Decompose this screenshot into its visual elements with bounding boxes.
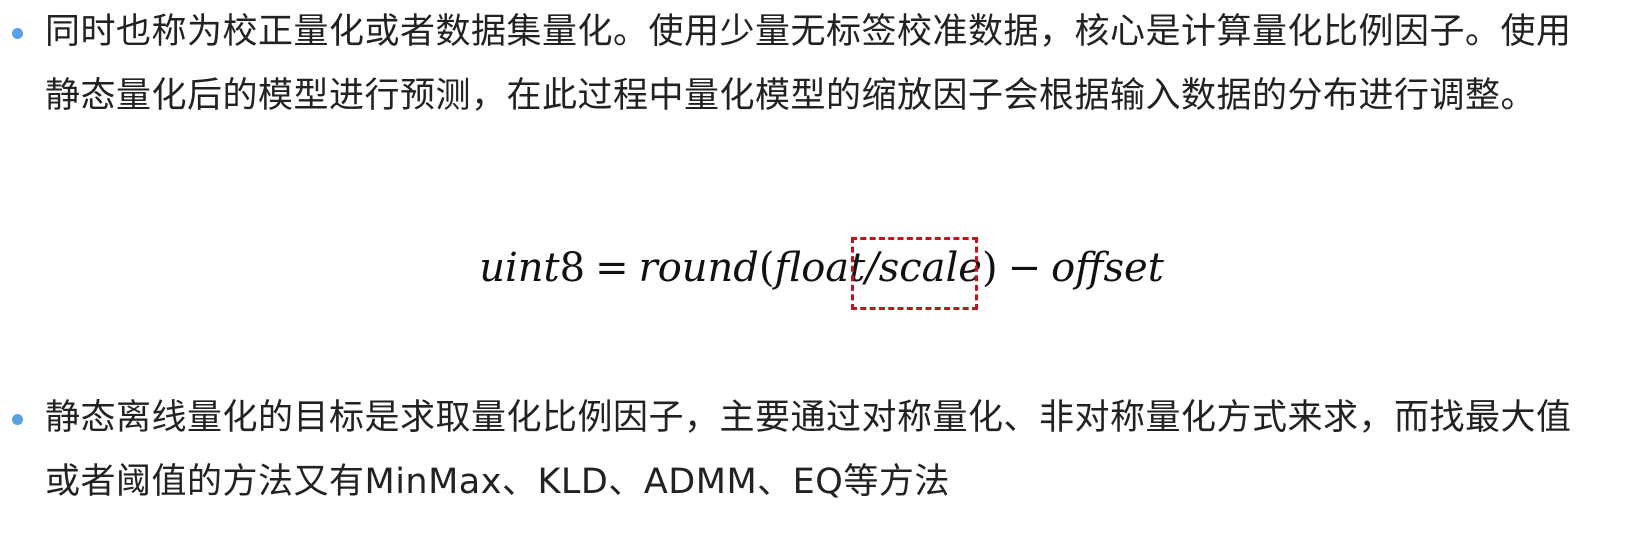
- bullet-dot-icon: [12, 414, 23, 425]
- formula-open-paren: (: [758, 245, 775, 291]
- formula-close-paren: ): [981, 245, 998, 291]
- scale-highlight-box: [851, 237, 978, 310]
- bullet-text-1: 同时也称为校正量化或者数据集量化。使用少量无标签校准数据，核心是计算量化比例因子…: [45, 12, 1572, 116]
- formula-equals: =: [595, 245, 629, 291]
- bullet-dot-icon: [12, 28, 23, 39]
- bullet-text-2: 静态离线量化的目标是求取量化比例因子，主要通过对称量化、非对称量化方式来求，而找…: [45, 398, 1572, 502]
- formula-lhs-var: uint: [479, 245, 560, 291]
- formula-minus: −: [1007, 245, 1042, 291]
- quantization-formula: uint8 = round(float/scale) − offset: [0, 245, 1643, 291]
- formula-func: round: [638, 245, 759, 291]
- formula-lhs-num: 8: [559, 245, 586, 291]
- formula-offset: offset: [1051, 245, 1164, 291]
